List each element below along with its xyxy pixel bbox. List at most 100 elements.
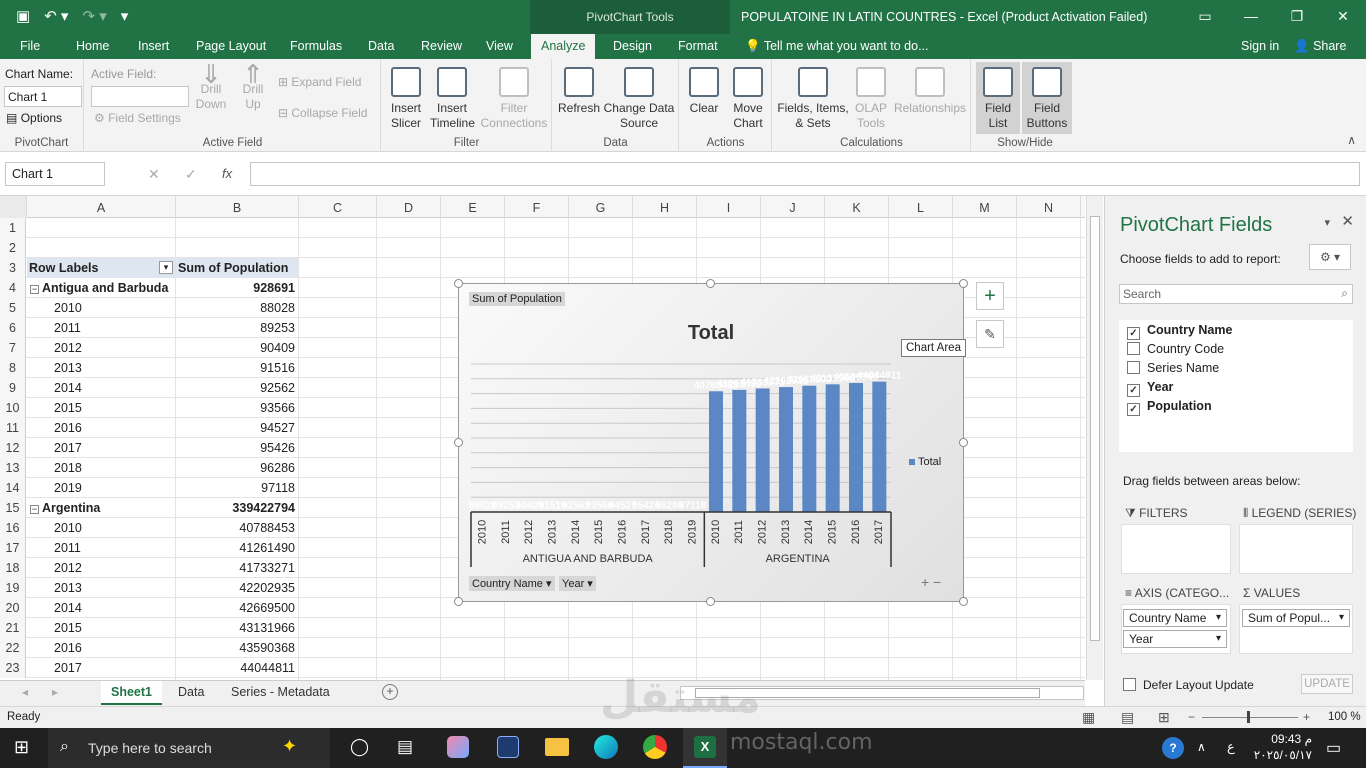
insert-timeline-button[interactable]: Insert Timeline bbox=[430, 67, 475, 131]
relationships-button[interactable]: Relationships bbox=[893, 67, 967, 116]
insert-function-icon[interactable]: fx bbox=[222, 166, 232, 181]
windows-start-icon[interactable]: ⊞ bbox=[14, 737, 29, 758]
cell-a[interactable]: − Argentina bbox=[27, 498, 175, 518]
options-button[interactable]: ▤ Options bbox=[6, 111, 62, 125]
cancel-icon[interactable]: ✕ bbox=[148, 166, 160, 183]
chart-styles-button[interactable]: ✎ bbox=[976, 320, 1004, 348]
field-item[interactable]: Country Code bbox=[1127, 340, 1345, 359]
collapse-ribbon-icon[interactable]: ∧ bbox=[1347, 133, 1356, 147]
next-sheet-icon[interactable]: ▸ bbox=[52, 685, 58, 699]
tab-file[interactable]: File bbox=[20, 34, 40, 59]
cell-a[interactable]: 2015 bbox=[27, 618, 175, 638]
axis-field-button-year[interactable]: Year ▾ bbox=[559, 576, 596, 591]
cell-b[interactable]: 95426 bbox=[176, 438, 298, 458]
vertical-scrollbar[interactable] bbox=[1086, 196, 1103, 680]
cell-b[interactable]: 90409 bbox=[176, 338, 298, 358]
field-checkbox[interactable]: ✓ bbox=[1127, 384, 1140, 397]
resize-handle[interactable] bbox=[959, 438, 968, 447]
bar[interactable] bbox=[872, 381, 887, 512]
ribbon-display-icon[interactable]: ▭ bbox=[1182, 0, 1228, 34]
cell-b[interactable] bbox=[176, 238, 298, 258]
field-settings-button[interactable]: ⚙ Field Settings bbox=[94, 111, 181, 125]
cell-a[interactable]: 2011 bbox=[27, 318, 175, 338]
move-chart-button[interactable]: Move Chart bbox=[728, 67, 768, 131]
insert-slicer-button[interactable]: Insert Slicer bbox=[388, 67, 424, 131]
row-number[interactable]: 23 bbox=[0, 658, 26, 678]
cell-a[interactable]: 2016 bbox=[27, 638, 175, 658]
zoom-out-icon[interactable]: − bbox=[1188, 710, 1195, 724]
field-item[interactable]: ✓ Year bbox=[1127, 378, 1345, 397]
column-header[interactable]: N bbox=[1017, 196, 1081, 218]
name-box[interactable]: Chart 1 bbox=[5, 162, 105, 186]
legend[interactable]: Total bbox=[909, 456, 941, 468]
resize-handle[interactable] bbox=[454, 279, 463, 288]
row-number[interactable]: 12 bbox=[0, 438, 26, 458]
language-indicator[interactable]: ع bbox=[1227, 739, 1235, 755]
axis-item-country-name[interactable]: Country Name bbox=[1123, 609, 1227, 627]
tab-design[interactable]: Design bbox=[613, 34, 652, 59]
legend-area[interactable] bbox=[1239, 524, 1353, 574]
select-all-corner[interactable] bbox=[0, 196, 27, 218]
column-header[interactable]: I bbox=[697, 196, 761, 218]
row-number[interactable]: 19 bbox=[0, 578, 26, 598]
prev-sheet-icon[interactable]: ◂ bbox=[22, 685, 28, 699]
chart-elements-button[interactable]: + bbox=[976, 282, 1004, 310]
resize-handle[interactable] bbox=[706, 597, 715, 606]
cell-b[interactable]: 97118 bbox=[176, 478, 298, 498]
column-header[interactable]: G bbox=[569, 196, 633, 218]
row-number[interactable]: 5 bbox=[0, 298, 26, 318]
filters-area[interactable] bbox=[1121, 524, 1231, 574]
cell-a[interactable]: 2012 bbox=[27, 338, 175, 358]
taskbar-clock[interactable]: 09:43 م ٢٠٢٥/٠٥/١٧ bbox=[1250, 731, 1312, 763]
customize-qat-icon[interactable]: ▾ bbox=[121, 7, 129, 25]
cell-b[interactable]: 43590368 bbox=[176, 638, 298, 658]
field-buttons-button[interactable]: Field Buttons bbox=[1022, 62, 1072, 134]
column-header[interactable]: E bbox=[441, 196, 505, 218]
cell-a[interactable]: 2017 bbox=[27, 658, 175, 678]
resize-handle[interactable] bbox=[959, 597, 968, 606]
taskbar-search-box[interactable]: ⌕ Type here to search ✦ bbox=[48, 728, 330, 768]
column-header[interactable]: K bbox=[825, 196, 889, 218]
cell-a[interactable]: 2013 bbox=[27, 358, 175, 378]
resize-handle[interactable] bbox=[706, 279, 715, 288]
row-number[interactable]: 11 bbox=[0, 418, 26, 438]
close-icon[interactable]: ✕ bbox=[1320, 0, 1366, 34]
update-button[interactable]: UPDATE bbox=[1301, 674, 1353, 694]
bar[interactable] bbox=[825, 384, 840, 512]
tab-analyze[interactable]: Analyze bbox=[531, 34, 596, 59]
column-header[interactable]: A bbox=[27, 196, 176, 218]
sheet-tab-series-metadata[interactable]: Series - Metadata bbox=[221, 681, 340, 705]
row-number[interactable]: 3 bbox=[0, 258, 26, 278]
normal-view-icon[interactable]: ▦ bbox=[1082, 709, 1095, 726]
bar[interactable] bbox=[802, 385, 817, 512]
resize-handle[interactable] bbox=[959, 279, 968, 288]
field-item[interactable]: ✓ Country Name bbox=[1127, 321, 1345, 340]
tab-page-layout[interactable]: Page Layout bbox=[196, 34, 266, 59]
collapse-icon[interactable]: − bbox=[30, 505, 39, 514]
show-hidden-icons[interactable]: ∧ bbox=[1197, 740, 1206, 754]
bar[interactable] bbox=[755, 388, 770, 512]
edge-browser-icon[interactable] bbox=[594, 735, 618, 759]
cell-b[interactable]: 94527 bbox=[176, 418, 298, 438]
row-number[interactable]: 8 bbox=[0, 358, 26, 378]
bar[interactable] bbox=[732, 389, 747, 512]
expand-field-button[interactable]: ⊞ Expand Field bbox=[278, 75, 361, 89]
cell-a[interactable]: 2017 bbox=[27, 438, 175, 458]
row-number[interactable]: 22 bbox=[0, 638, 26, 658]
page-layout-view-icon[interactable]: ▤ bbox=[1121, 709, 1134, 726]
tab-data[interactable]: Data bbox=[368, 34, 394, 59]
zoom-level[interactable]: 100 % bbox=[1328, 711, 1361, 723]
field-item[interactable]: Series Name bbox=[1127, 359, 1345, 378]
cell-b[interactable]: 93566 bbox=[176, 398, 298, 418]
enter-icon[interactable]: ✓ bbox=[185, 166, 197, 183]
bar[interactable] bbox=[849, 382, 863, 512]
row-number[interactable]: 16 bbox=[0, 518, 26, 538]
cell-b[interactable]: 92562 bbox=[176, 378, 298, 398]
cell-b[interactable]: 42669500 bbox=[176, 598, 298, 618]
row-number[interactable]: 15 bbox=[0, 498, 26, 518]
zoom-thumb[interactable] bbox=[1247, 711, 1250, 723]
chrome-browser-icon[interactable] bbox=[643, 735, 667, 759]
column-header[interactable]: M bbox=[953, 196, 1017, 218]
cell-b[interactable]: 43131966 bbox=[176, 618, 298, 638]
resize-handle[interactable] bbox=[454, 597, 463, 606]
